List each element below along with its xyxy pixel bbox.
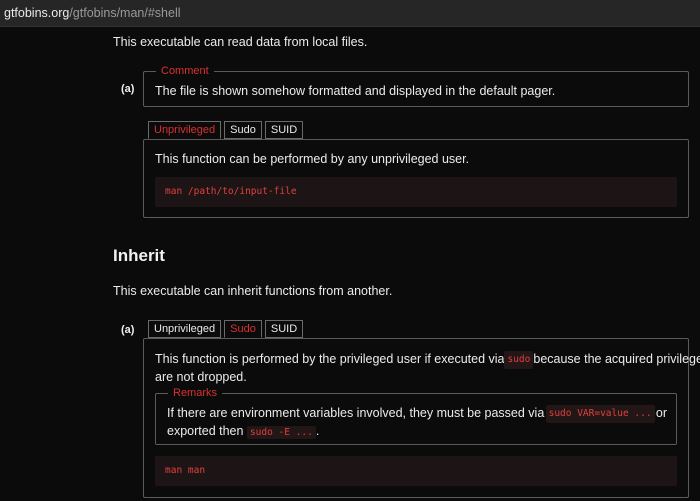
item-label-a: (a) [121,83,135,95]
inherit-intro: This executable can inherit functions fr… [113,284,393,298]
shell-code-block[interactable]: man /path/to/input-file [155,177,677,207]
inherit-code-block[interactable]: man man [155,456,677,486]
inherit-tabs: Unprivileged Sudo SUID [148,320,304,338]
remarks-text-4: . [315,424,320,438]
tab-unprivileged[interactable]: Unprivileged [148,320,222,338]
tab-sudo[interactable]: Sudo [224,320,262,338]
comment-box: Comment The file is shown somehow format… [143,64,689,107]
inherit-panel-text: This function is performed by the privil… [155,351,700,385]
url-path: /gtfobins/man/#shell [69,6,181,20]
shell-panel: This function can be performed by any un… [143,139,689,218]
remarks-text-1: If there are environment variables invol… [167,406,545,420]
shell-code: man /path/to/input-file [165,186,297,197]
shell-panel-text: This function can be performed by any un… [155,152,470,166]
tab-sudo[interactable]: Sudo [224,121,262,139]
remarks-legend: Remarks [168,386,223,400]
remarks-text: If there are environment variables invol… [167,405,667,441]
address-bar[interactable]: gtfobins.org/gtfobins/man/#shell [0,0,700,27]
inline-code-sudo: sudo [504,351,534,369]
shell-intro: This executable can read data from local… [113,35,368,49]
inherit-panel: This function is performed by the privil… [143,338,700,498]
remarks-text-3: exported then [167,424,244,438]
inline-code-sudo-var: sudo VAR=value ... [545,405,655,423]
tab-suid[interactable]: SUID [264,320,304,338]
comment-legend: Comment [156,64,214,78]
inherit-panel-text-2: because the acquired privileges [533,352,700,366]
inherit-panel-text-3: are not dropped. [155,370,247,384]
tab-unprivileged[interactable]: Unprivileged [148,121,222,139]
url-host: gtfobins.org [4,6,70,20]
inline-code-sudo-e: sudo -E ... [246,426,316,439]
shell-tabs: Unprivileged Sudo SUID [148,121,304,139]
inherit-code: man man [165,465,206,476]
remarks-box: Remarks If there are environment variabl… [155,386,677,445]
item-label-a: (a) [121,324,135,336]
tab-suid[interactable]: SUID [264,121,304,139]
inherit-panel-text-1: This function is performed by the privil… [155,352,505,366]
inherit-heading: Inherit [113,246,165,265]
address-url[interactable]: gtfobins.org/gtfobins/man/#shell [4,6,181,20]
comment-text: The file is shown somehow formatted and … [155,84,556,98]
remarks-text-2: or [655,406,667,420]
